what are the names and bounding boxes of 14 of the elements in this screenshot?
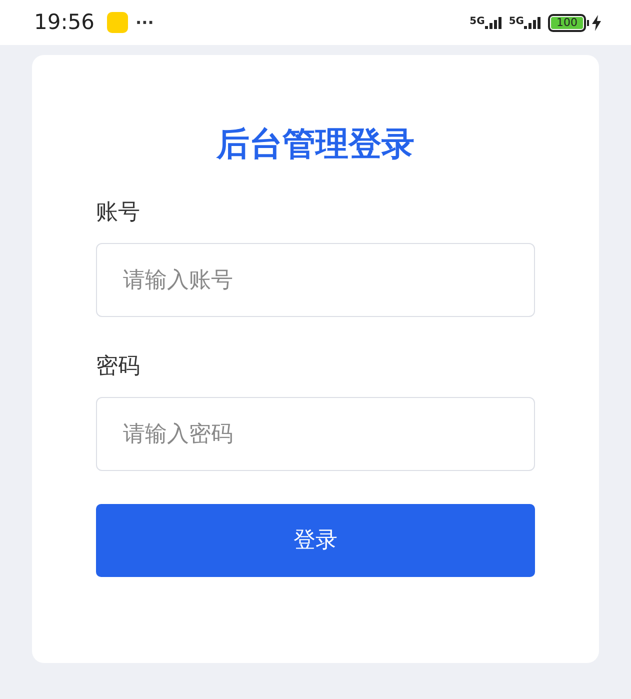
more-indicator: ··· [136, 12, 154, 34]
login-button[interactable]: 登录 [96, 504, 535, 577]
network-label: 5G [508, 16, 524, 26]
input-field[interactable]: 请输入账号 [96, 243, 535, 317]
login-title: 后台管理登录 [215, 123, 416, 165]
network-label: 5G [470, 16, 485, 26]
signal-icon [524, 16, 542, 28]
status-time: 19:56 [34, 8, 95, 36]
battery-level: 100 [556, 17, 578, 28]
input-field[interactable]: 请输入密码 [96, 397, 535, 471]
app-icon [106, 12, 128, 33]
signal-icon [484, 16, 503, 28]
field-label: 密码 [96, 353, 141, 381]
field-label: 账号 [96, 199, 141, 227]
